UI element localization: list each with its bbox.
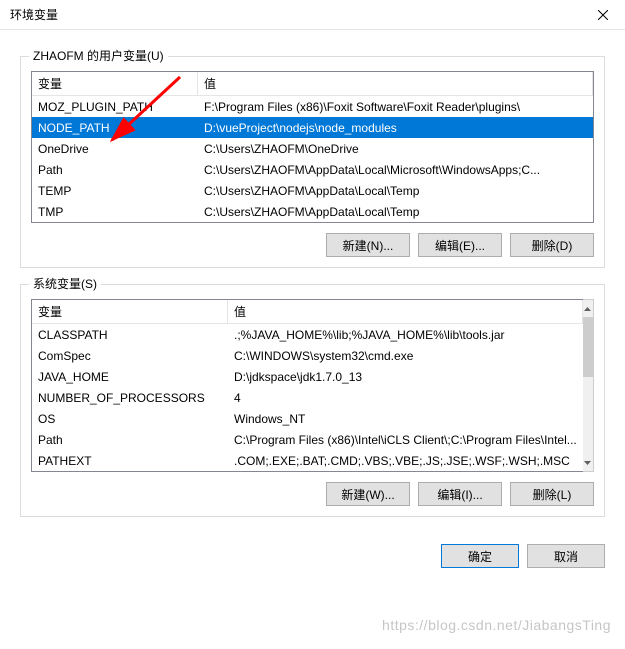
cell-var-value: .;%JAVA_HOME%\lib;%JAVA_HOME%\lib\tools.… — [228, 328, 583, 342]
cell-var-name: Path — [32, 163, 198, 177]
scroll-up-button[interactable] — [583, 300, 593, 317]
sys-new-button[interactable]: 新建(W)... — [326, 482, 410, 506]
table-row[interactable]: NUMBER_OF_PROCESSORS4 — [32, 387, 583, 408]
sys-vars-scrollbar[interactable] — [583, 299, 594, 472]
cell-var-name: PATHEXT — [32, 454, 228, 468]
cell-var-name: TMP — [32, 205, 198, 219]
ok-button[interactable]: 确定 — [441, 544, 519, 568]
cell-var-value: Windows_NT — [228, 412, 583, 426]
cell-var-value: .COM;.EXE;.BAT;.CMD;.VBS;.VBE;.JS;.JSE;.… — [228, 454, 583, 468]
cell-var-name: NUMBER_OF_PROCESSORS — [32, 391, 228, 405]
sys-vars-legend: 系统变量(S) — [29, 275, 101, 292]
user-delete-button[interactable]: 删除(D) — [510, 233, 594, 257]
column-header-name[interactable]: 变量 — [32, 300, 228, 323]
cell-var-value: C:\Users\ZHAOFM\AppData\Local\Microsoft\… — [198, 163, 593, 177]
table-row[interactable]: TMPC:\Users\ZHAOFM\AppData\Local\Temp — [32, 201, 593, 222]
cell-var-value: C:\Users\ZHAOFM\OneDrive — [198, 142, 593, 156]
user-new-button[interactable]: 新建(N)... — [326, 233, 410, 257]
cell-var-name: OS — [32, 412, 228, 426]
chevron-up-icon — [584, 307, 591, 311]
sys-vars-header[interactable]: 变量 值 — [32, 300, 583, 324]
cell-var-value: C:\WINDOWS\system32\cmd.exe — [228, 349, 583, 363]
cell-var-name: MOZ_PLUGIN_PATH — [32, 100, 198, 114]
column-header-name[interactable]: 变量 — [32, 72, 198, 95]
table-row[interactable]: OSWindows_NT — [32, 408, 583, 429]
dialog-content: ZHAOFM 的用户变量(U) 变量 值 MOZ_PLUGIN_PATHF:\P… — [0, 30, 625, 532]
user-vars-group: ZHAOFM 的用户变量(U) 变量 值 MOZ_PLUGIN_PATHF:\P… — [20, 56, 605, 268]
sys-vars-group: 系统变量(S) 变量 值 CLASSPATH.;%JAVA_HOME%\lib;… — [20, 284, 605, 517]
cell-var-name: JAVA_HOME — [32, 370, 228, 384]
cell-var-name: Path — [32, 433, 228, 447]
table-row[interactable]: JAVA_HOMED:\jdkspace\jdk1.7.0_13 — [32, 366, 583, 387]
cell-var-name: TEMP — [32, 184, 198, 198]
sys-vars-buttons: 新建(W)... 编辑(I)... 删除(L) — [31, 482, 594, 506]
table-row[interactable]: NODE_PATHD:\vueProject\nodejs\node_modul… — [32, 117, 593, 138]
cell-var-value: D:\vueProject\nodejs\node_modules — [198, 121, 593, 135]
cell-var-value: C:\Users\ZHAOFM\AppData\Local\Temp — [198, 184, 593, 198]
cell-var-value: C:\Users\ZHAOFM\AppData\Local\Temp — [198, 205, 593, 219]
sys-delete-button[interactable]: 删除(L) — [510, 482, 594, 506]
user-edit-button[interactable]: 编辑(E)... — [418, 233, 502, 257]
cancel-button[interactable]: 取消 — [527, 544, 605, 568]
cell-var-name: OneDrive — [32, 142, 198, 156]
title-bar: 环境变量 — [0, 0, 625, 30]
table-row[interactable]: CLASSPATH.;%JAVA_HOME%\lib;%JAVA_HOME%\l… — [32, 324, 583, 345]
watermark: https://blog.csdn.net/JiabangsTing — [382, 617, 611, 633]
column-header-value[interactable]: 值 — [198, 72, 593, 95]
table-row[interactable]: TEMPC:\Users\ZHAOFM\AppData\Local\Temp — [32, 180, 593, 201]
table-row[interactable]: MOZ_PLUGIN_PATHF:\Program Files (x86)\Fo… — [32, 96, 593, 117]
close-button[interactable] — [580, 0, 625, 30]
sys-vars-list[interactable]: 变量 值 CLASSPATH.;%JAVA_HOME%\lib;%JAVA_HO… — [31, 299, 583, 472]
cell-var-value: C:\Program Files (x86)\Intel\iCLS Client… — [228, 433, 583, 447]
user-vars-legend: ZHAOFM 的用户变量(U) — [29, 47, 168, 64]
cell-var-value: D:\jdkspace\jdk1.7.0_13 — [228, 370, 583, 384]
table-row[interactable]: OneDriveC:\Users\ZHAOFM\OneDrive — [32, 138, 593, 159]
scroll-track[interactable] — [583, 317, 593, 454]
cell-var-value: 4 — [228, 391, 583, 405]
cell-var-name: ComSpec — [32, 349, 228, 363]
cell-var-name: CLASSPATH — [32, 328, 228, 342]
window-title: 环境变量 — [10, 6, 58, 23]
cell-var-value: F:\Program Files (x86)\Foxit Software\Fo… — [198, 100, 593, 114]
cell-var-name: NODE_PATH — [32, 121, 198, 135]
table-row[interactable]: PathC:\Users\ZHAOFM\AppData\Local\Micros… — [32, 159, 593, 180]
user-vars-header[interactable]: 变量 值 — [32, 72, 593, 96]
chevron-down-icon — [584, 461, 591, 465]
user-vars-buttons: 新建(N)... 编辑(E)... 删除(D) — [31, 233, 594, 257]
table-row[interactable]: PATHEXT.COM;.EXE;.BAT;.CMD;.VBS;.VBE;.JS… — [32, 450, 583, 471]
column-header-value[interactable]: 值 — [228, 300, 583, 323]
table-row[interactable]: PathC:\Program Files (x86)\Intel\iCLS Cl… — [32, 429, 583, 450]
user-vars-list[interactable]: 变量 值 MOZ_PLUGIN_PATHF:\Program Files (x8… — [31, 71, 594, 223]
sys-edit-button[interactable]: 编辑(I)... — [418, 482, 502, 506]
dialog-buttons: 确定 取消 — [0, 532, 625, 568]
scroll-thumb[interactable] — [583, 317, 593, 377]
table-row[interactable]: ComSpecC:\WINDOWS\system32\cmd.exe — [32, 345, 583, 366]
close-icon — [598, 10, 608, 20]
scroll-down-button[interactable] — [583, 454, 593, 471]
